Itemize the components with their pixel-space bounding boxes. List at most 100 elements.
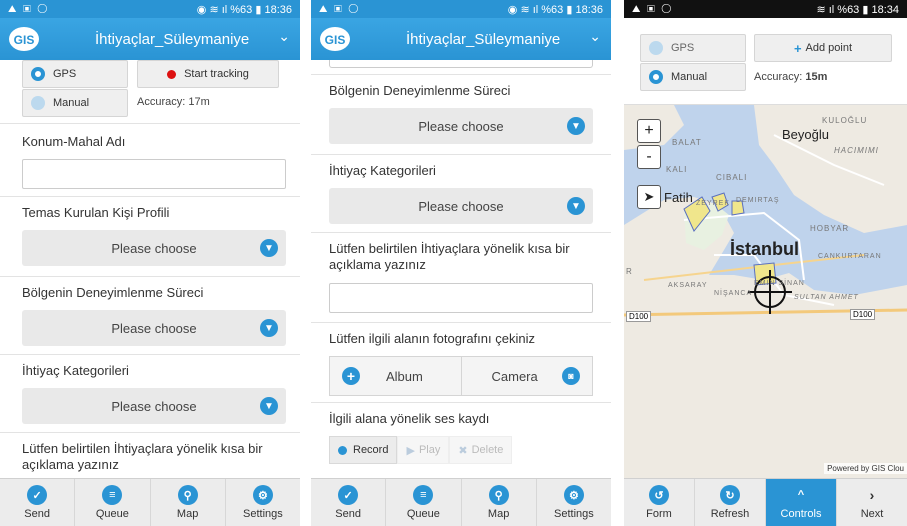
start-tracking-label: Start tracking	[184, 68, 249, 80]
status-left-icons: ⛰ ▣ ◯	[632, 3, 673, 15]
project-title[interactable]: İhtiyaçlar_Süleymaniye	[95, 31, 249, 48]
manual-option[interactable]: Manual	[640, 63, 746, 91]
place-name-input[interactable]	[22, 159, 286, 189]
navigation-arrow-icon: ➤	[643, 189, 655, 204]
form-content: Bölgenin Deneyimlenme Süreci Please choo…	[311, 60, 611, 478]
zoom-out-label: -	[646, 148, 652, 165]
manual-option[interactable]: Manual	[22, 89, 128, 117]
delete-label: Delete	[471, 444, 504, 456]
plus-icon: +	[793, 40, 802, 56]
description-section: Lütfen belirtilen İhtiyaçlara yönelik kı…	[311, 233, 611, 323]
phone-screen-map: ⛰ ▣ ◯ ≋ ıl %63 ▮ 18:34 GPS + Add point Ma…	[624, 0, 907, 526]
location-panel: GPS + Add point Manual Accuracy: 15m	[624, 18, 907, 105]
category-select-value: Please choose	[418, 198, 504, 214]
experience-select[interactable]: Please choose ▼	[22, 310, 286, 346]
profile-select[interactable]: Please choose ▼	[22, 230, 286, 266]
map-label-sultanahmet: SULTAN AHMET	[794, 294, 859, 301]
map-label-aksaray: AKSARAY	[668, 282, 708, 289]
logo-text: GIS	[14, 33, 35, 47]
tab-next[interactable]: › Next	[837, 479, 907, 526]
previous-input-edge	[329, 60, 593, 68]
gps-option[interactable]: GPS	[640, 34, 746, 62]
experience-select[interactable]: Please choose ▼	[329, 108, 593, 144]
delete-button[interactable]: ✖ Delete	[449, 436, 513, 464]
chevron-down-icon: ▼	[260, 239, 278, 257]
tab-refresh[interactable]: ↻ Refresh	[695, 479, 766, 526]
camera-icon: ◙	[562, 367, 580, 385]
map-label-nisanca: NİŞANCA	[714, 290, 753, 297]
tab-queue[interactable]: ≡ Queue	[386, 479, 462, 526]
check-icon: ✓	[338, 485, 359, 505]
locate-me-button[interactable]: ➤	[637, 185, 661, 209]
tab-controls[interactable]: ^ Controls	[766, 479, 837, 526]
play-icon: ▶	[406, 444, 415, 457]
map-label-beyoglu: Beyoğlu	[782, 127, 829, 142]
record-button[interactable]: Record	[329, 436, 398, 464]
tab-send-label: Send	[24, 508, 50, 520]
album-label: Album	[386, 368, 423, 384]
experience-select-value: Please choose	[418, 118, 504, 134]
bottom-tab-bar: ✓ Send ≡ Queue ⚲ Map ⚙ Settings	[0, 478, 300, 526]
status-bar: ⛰ ▣ ◯ ≋ ıl %63 ▮ 18:34	[624, 0, 907, 18]
status-right: ◉ ≋ ıl %63 ▮ 18:36	[196, 3, 292, 16]
map-pin-icon: ⚲	[177, 485, 198, 505]
radio-selected-icon	[31, 67, 45, 81]
location-section: GPS Start tracking Manual Accuracy: 17m	[0, 60, 300, 124]
map-label-hobyar: HOBYAR	[810, 224, 850, 233]
project-title[interactable]: İhtiyaçlar_Süleymaniye	[406, 31, 560, 48]
chevron-down-icon[interactable]: ⌄	[589, 28, 601, 45]
map-view[interactable]: KULOĞLU Beyoğlu HACIMIMI BALAT KALI CIBA…	[624, 105, 907, 478]
bottom-tab-bar: ✓ Send ≡ Queue ⚲ Map ⚙ Settings	[311, 478, 611, 526]
description-section: Lütfen belirtilen İhtiyaçlara yönelik kı…	[0, 433, 300, 478]
chevron-down-icon: ▼	[567, 197, 585, 215]
zoom-out-button[interactable]: -	[637, 145, 661, 169]
tab-settings[interactable]: ⚙ Settings	[226, 479, 300, 526]
status-left-icons: ⛰ ▣ ◯	[8, 3, 49, 15]
gis-logo: GIS	[8, 24, 40, 54]
chevron-down-icon[interactable]: ⌄	[278, 28, 290, 45]
tab-form[interactable]: ↺ Form	[624, 479, 695, 526]
tab-queue[interactable]: ≡ Queue	[75, 479, 151, 526]
tab-map[interactable]: ⚲ Map	[151, 479, 226, 526]
audio-label: İlgili alana yönelik ses kaydı	[329, 411, 490, 426]
refresh-icon: ↻	[720, 485, 740, 505]
add-point-button[interactable]: + Add point	[754, 34, 892, 62]
gear-icon: ⚙	[252, 485, 273, 505]
map-label-kali: KALI	[666, 165, 688, 174]
category-select[interactable]: Please choose ▼	[22, 388, 286, 424]
tab-send[interactable]: ✓ Send	[0, 479, 76, 526]
gps-option[interactable]: GPS	[22, 60, 128, 88]
tab-map[interactable]: ⚲ Map	[462, 479, 537, 526]
tab-controls-label: Controls	[780, 508, 822, 520]
camera-button[interactable]: Camera ◙	[461, 357, 592, 395]
start-tracking-button[interactable]: Start tracking	[137, 60, 279, 88]
chevron-down-icon: ▼	[567, 117, 585, 135]
map-label-balat: BALAT	[672, 138, 702, 147]
tab-queue-label: Queue	[406, 508, 440, 520]
gps-label: GPS	[671, 42, 695, 54]
tab-send[interactable]: ✓ Send	[311, 479, 387, 526]
status-right: ≋ ıl %63 ▮ 18:34	[816, 3, 899, 16]
record-dot-icon	[167, 69, 177, 79]
map-label-demirtas: DEMIRTAŞ	[736, 197, 780, 204]
back-arrow-icon: ↺	[649, 485, 669, 505]
tab-settings[interactable]: ⚙ Settings	[537, 479, 611, 526]
description-input[interactable]	[329, 283, 593, 313]
tab-settings-label: Settings	[243, 508, 283, 520]
accuracy-value: 15m	[805, 71, 828, 83]
profile-select-value: Please choose	[111, 240, 197, 256]
status-bar: ⛰ ▣ ◯ ◉ ≋ ıl %63 ▮ 18:36	[311, 0, 611, 18]
phone-screen-form-top: ⛰ ▣ ◯ ◉ ≋ ıl %63 ▮ 18:36 GIS İhtiyaçlar_…	[0, 0, 300, 526]
photo-buttons: + Album Camera ◙	[329, 356, 593, 396]
logo-text: GIS	[325, 33, 346, 47]
experience-select-value: Please choose	[111, 320, 197, 336]
album-button[interactable]: + Album	[330, 357, 462, 395]
map-label-zeyrek: ZEYREK	[696, 200, 731, 207]
description-label: Lütfen belirtilen İhtiyaçlara yönelik kı…	[22, 441, 263, 472]
radio-unselected-icon	[649, 41, 663, 55]
tab-form-label: Form	[646, 508, 672, 520]
category-select[interactable]: Please choose ▼	[329, 188, 593, 224]
play-button[interactable]: ▶ Play	[397, 436, 450, 464]
zoom-in-button[interactable]: +	[637, 119, 661, 143]
map-label-hacimimi: HACIMIMI	[834, 146, 879, 155]
